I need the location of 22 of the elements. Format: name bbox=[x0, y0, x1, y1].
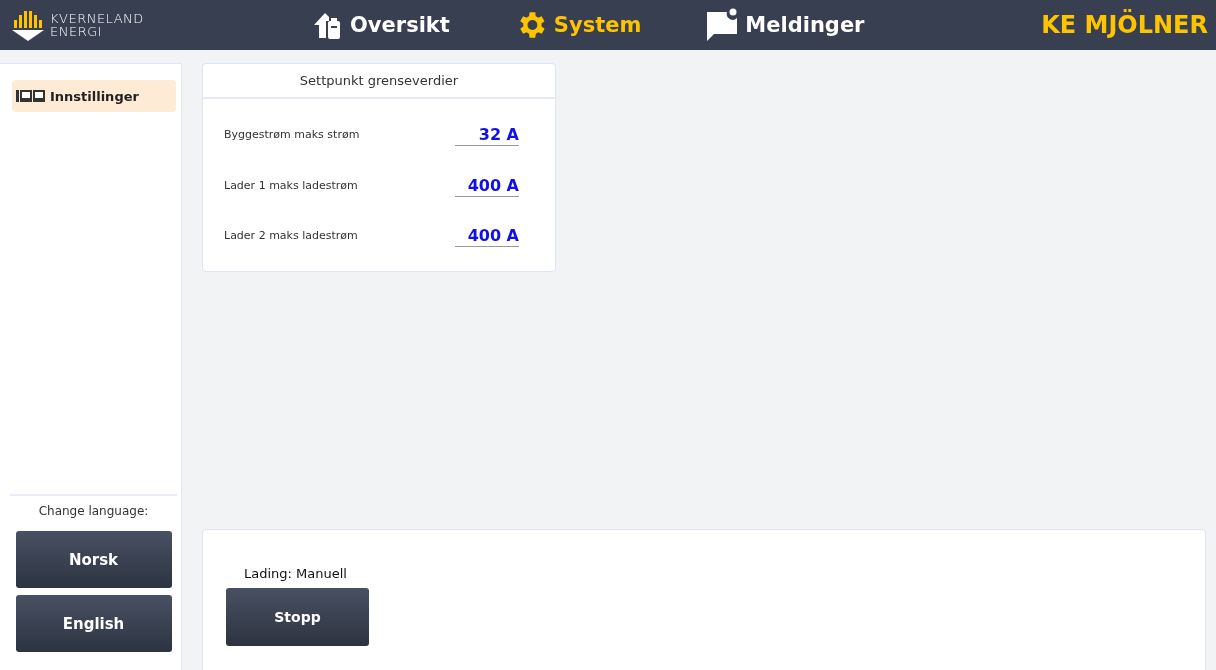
setpoint-label: Lader 2 maks ladestrøm bbox=[224, 228, 358, 242]
nav-tab[interactable]: Oversikt bbox=[310, 4, 452, 46]
message-icon bbox=[705, 8, 740, 42]
nav-tab[interactable]: System bbox=[511, 4, 644, 46]
setpoint-field[interactable]: 400 A bbox=[455, 173, 519, 197]
setpoint-label: Byggestrøm maks strøm bbox=[224, 128, 360, 141]
charging-status: Lading: Manuell bbox=[244, 566, 347, 581]
card-title: Settpunkt grenseverdier bbox=[203, 64, 555, 99]
nav-tab[interactable]: Meldinger bbox=[703, 4, 867, 46]
setpoint-field[interactable]: 400 A bbox=[455, 223, 519, 247]
setpoint-label: Lader 1 maks ladestrøm bbox=[224, 178, 358, 192]
language-button[interactable]: Norsk bbox=[15, 531, 172, 588]
sidebar-item[interactable]: Innstillinger bbox=[12, 80, 176, 112]
setpoint-field[interactable]: 32 A bbox=[455, 123, 519, 146]
logo-text: KVERNELAND bbox=[50, 12, 144, 25]
logo-text: ENERGI bbox=[50, 25, 104, 38]
language-label: Change language: bbox=[38, 504, 149, 518]
settings-icon bbox=[16, 89, 46, 103]
language-button[interactable]: English bbox=[15, 595, 172, 652]
stop-button[interactable]: Stopp bbox=[226, 588, 369, 646]
logo-icon bbox=[10, 8, 46, 42]
system-title: KE MJÖLNER bbox=[1041, 11, 1208, 39]
